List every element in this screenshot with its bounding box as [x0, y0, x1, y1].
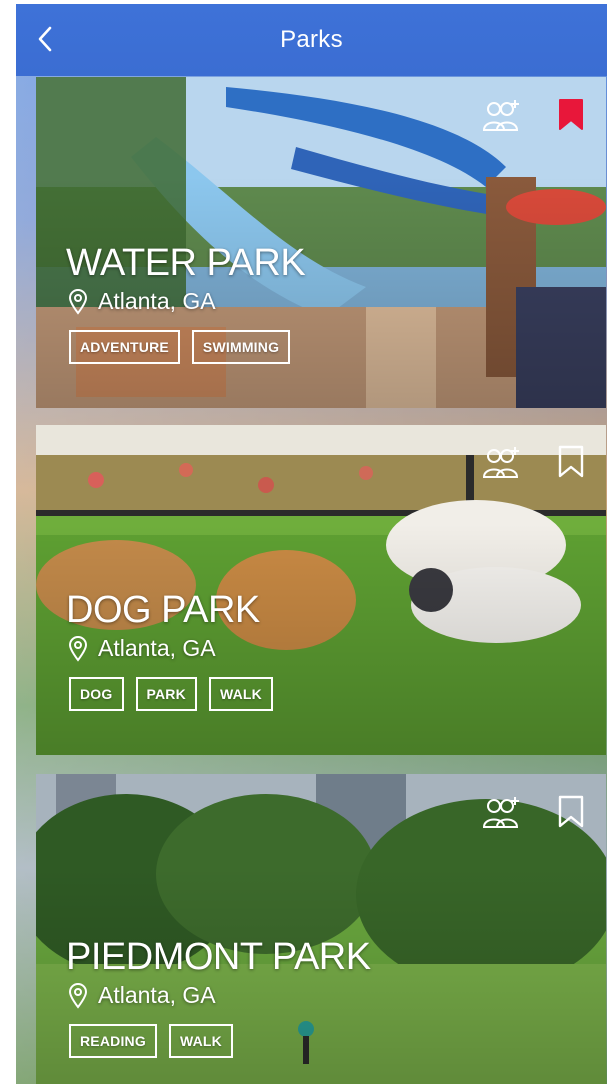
tag-list: DOG PARK WALK: [69, 677, 273, 711]
tag-list: READING WALK: [69, 1024, 233, 1058]
park-location-text: Atlanta, GA: [98, 635, 216, 661]
nav-bar: Parks: [16, 4, 607, 76]
park-location-text: Atlanta, GA: [98, 982, 216, 1008]
group-add-icon: [483, 100, 519, 131]
tag-swimming[interactable]: SWIMMING: [191, 330, 291, 364]
park-location-text: Atlanta, GA: [98, 288, 216, 314]
location-pin-icon: [68, 288, 88, 315]
location-pin-icon: [68, 635, 88, 662]
app-screen: Parks WATER PARK Atlanta, GA ADVENTURE S…: [16, 4, 607, 1084]
park-title: PIEDMONT PARK: [66, 936, 371, 978]
tag-walk[interactable]: WALK: [168, 1024, 233, 1058]
bookmark-button[interactable]: [550, 791, 592, 833]
page-title: Parks: [280, 26, 343, 53]
group-add-button[interactable]: [482, 441, 524, 483]
park-location: Atlanta, GA: [68, 288, 216, 315]
park-card-dog-park[interactable]: DOG PARK Atlanta, GA DOG PARK WALK: [36, 425, 606, 755]
group-add-icon: [483, 447, 519, 478]
bookmark-button[interactable]: [550, 441, 592, 483]
tag-list: ADVENTURE SWIMMING: [69, 330, 291, 364]
park-location: Atlanta, GA: [68, 982, 216, 1009]
bookmark-icon: [558, 445, 584, 478]
group-add-button[interactable]: [482, 94, 524, 136]
tag-adventure[interactable]: ADVENTURE: [69, 330, 180, 364]
bookmark-icon: [558, 795, 584, 828]
tag-walk[interactable]: WALK: [208, 677, 273, 711]
park-card-piedmont-park[interactable]: PIEDMONT PARK Atlanta, GA READING WALK: [36, 774, 606, 1084]
tag-dog[interactable]: DOG: [69, 677, 124, 711]
park-card-water-park[interactable]: WATER PARK Atlanta, GA ADVENTURE SWIMMIN…: [36, 77, 606, 408]
bookmark-button[interactable]: [550, 94, 592, 136]
park-title: WATER PARK: [66, 242, 306, 284]
group-add-button[interactable]: [482, 791, 524, 833]
park-title: DOG PARK: [66, 589, 260, 631]
tag-reading[interactable]: READING: [69, 1024, 157, 1058]
park-location: Atlanta, GA: [68, 635, 216, 662]
group-add-icon: [483, 797, 519, 828]
bookmark-icon: [559, 99, 583, 130]
tag-park[interactable]: PARK: [135, 677, 197, 711]
location-pin-icon: [68, 982, 88, 1009]
